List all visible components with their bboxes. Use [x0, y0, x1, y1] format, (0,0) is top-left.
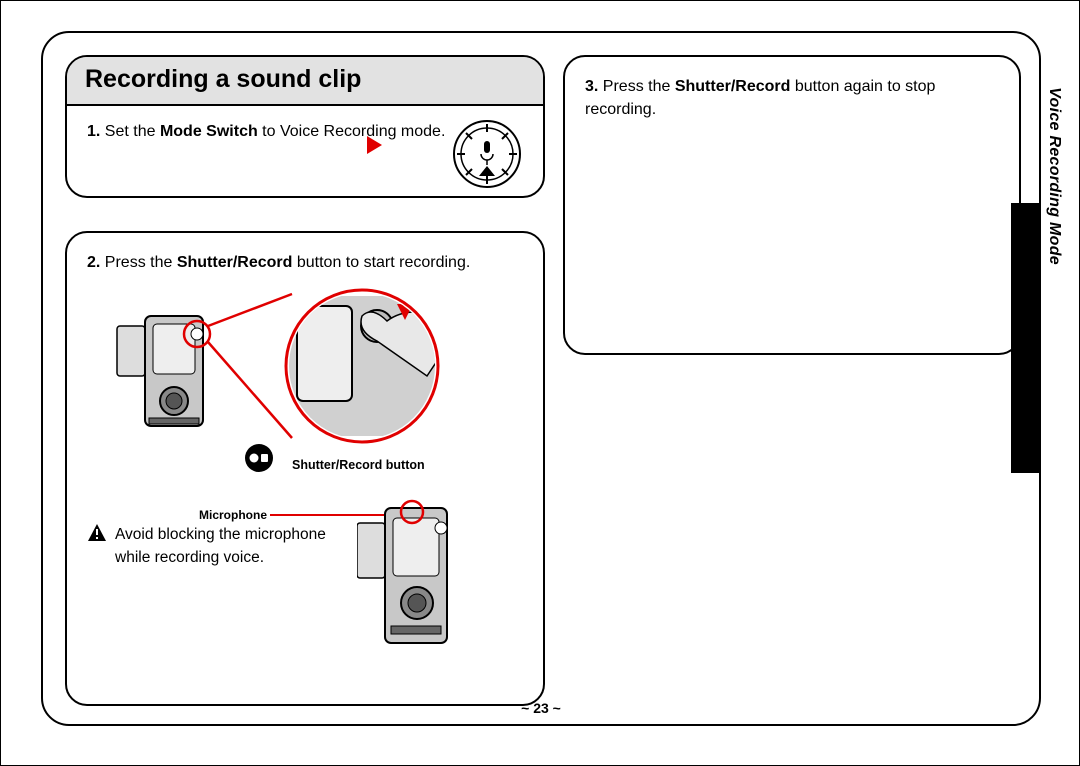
side-tab [1011, 203, 1041, 473]
mode-dial-icon [451, 118, 523, 190]
step-2-number: 2. [87, 254, 100, 271]
step-3-text: 3. Press the Shutter/Record button again… [585, 75, 999, 121]
shutter-button-label: Shutter/Record button [292, 458, 425, 472]
step-3-number: 3. [585, 78, 598, 95]
warning-text: Avoid blocking the microphone while reco… [115, 523, 347, 570]
step-1-post: to Voice Recording mode. [258, 123, 446, 140]
step-2-post: button to start recording. [292, 254, 470, 271]
microphone-label: Microphone [199, 508, 267, 522]
side-tab-label: Voice Recording Mode [1045, 87, 1063, 265]
step-2-pre: Press the [105, 254, 177, 271]
step-1-bold: Mode Switch [160, 123, 258, 140]
shutter-diagram: Shutter/Record button Microphone [87, 286, 523, 516]
step-3-bold: Shutter/Record [675, 78, 791, 95]
step-1-number: 1. [87, 123, 100, 140]
page-number: ~ 23 ~ [43, 700, 1039, 716]
step-1-pre: Set the [105, 123, 160, 140]
step-2-bold: Shutter/Record [177, 254, 293, 271]
microphone-diagram [357, 498, 507, 673]
pointer-arrow-icon [367, 136, 382, 154]
step-3-pre: Press the [603, 78, 675, 95]
warning-icon [87, 523, 107, 570]
title-panel: Recording a sound clip 1. Set the Mode S… [65, 55, 545, 198]
manual-page: Recording a sound clip 1. Set the Mode S… [41, 31, 1041, 726]
step-2-panel: 2. Press the Shutter/Record button to st… [65, 231, 545, 706]
step-1-body: 1. Set the Mode Switch to Voice Recordin… [67, 106, 543, 196]
step-2-text: 2. Press the Shutter/Record button to st… [87, 251, 523, 274]
warning-row: Avoid blocking the microphone while reco… [87, 523, 347, 570]
page-title: Recording a sound clip [67, 57, 543, 106]
step-3-panel: 3. Press the Shutter/Record button again… [563, 55, 1021, 355]
